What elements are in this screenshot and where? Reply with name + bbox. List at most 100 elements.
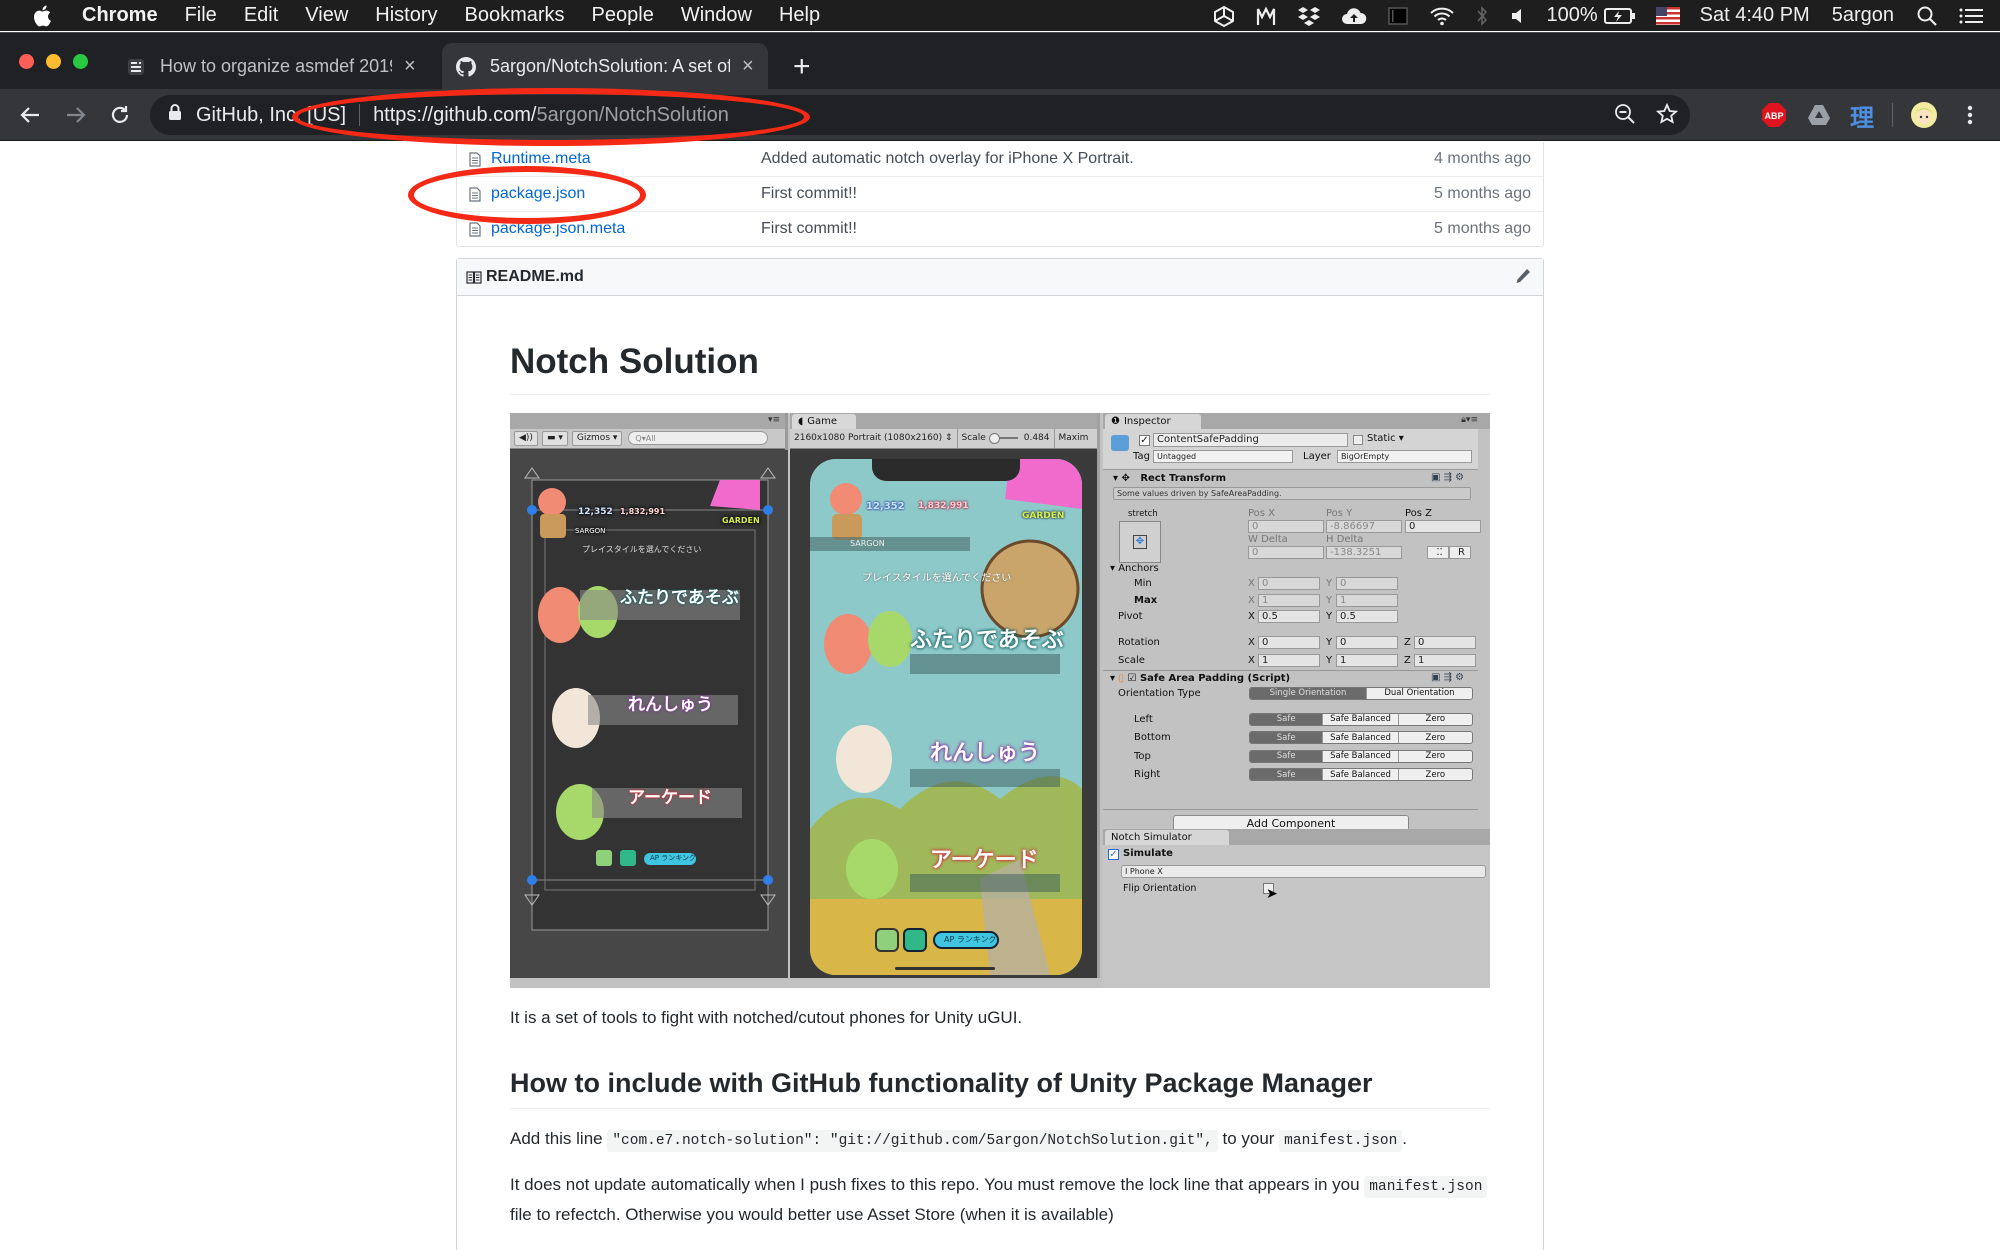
axis-x-label: X xyxy=(1248,654,1255,666)
zoom-icon[interactable] xyxy=(1614,103,1636,131)
adblock-plus-icon[interactable]: ABP xyxy=(1760,101,1788,129)
anchor-preset-move-icon: ✥ xyxy=(1133,534,1147,549)
battery-charging-icon[interactable] xyxy=(1603,6,1636,26)
scene-ranking-button: AP ランキング xyxy=(650,853,697,862)
file-link[interactable]: package.json xyxy=(491,185,761,203)
unity-editor-screenshot: ▾≡ ◀)) ▬ ▾ Gizmos ▾ Q▾ All 12,352 1,832,… xyxy=(510,412,1490,988)
readme-content: Notch Solution ▾≡ ◀)) ▬ ▾ Gizmos ▾ Q▾ All xyxy=(457,340,1543,1228)
menu-bookmarks[interactable]: Bookmarks xyxy=(465,4,565,27)
tab-close-icon[interactable]: × xyxy=(404,55,416,78)
padding-mode-toggle: Safe Safe Balanced Zero xyxy=(1249,749,1473,763)
manifest-filename-code: manifest.json xyxy=(1364,1175,1488,1198)
axis-x-label: X xyxy=(1248,594,1255,606)
bookmark-star-icon[interactable] xyxy=(1655,102,1679,131)
menu-file[interactable]: File xyxy=(185,4,217,27)
dropbox-icon[interactable] xyxy=(1297,5,1321,27)
menu-window[interactable]: Window xyxy=(681,4,752,27)
game-mode-3: アーケード xyxy=(930,847,1039,873)
menu-view[interactable]: View xyxy=(305,4,348,27)
anchor-min-x-field: 0 xyxy=(1258,576,1320,590)
commit-message-link[interactable]: Added automatic notch overlay for iPhone… xyxy=(761,150,1434,168)
back-button[interactable] xyxy=(16,101,44,129)
bluetooth-icon[interactable] xyxy=(1475,5,1489,27)
edit-pencil-icon[interactable] xyxy=(1515,268,1531,289)
kanji-ri-icon[interactable]: 理 xyxy=(1848,101,1876,132)
screen-icon[interactable] xyxy=(1387,5,1409,27)
volume-icon[interactable] xyxy=(1509,5,1527,27)
anchor-max-x-field: 1 xyxy=(1258,593,1320,607)
component-tools-icons: ▣ ⇶ ⚙ xyxy=(1431,671,1465,683)
simulate-label: Simulate xyxy=(1123,847,1173,859)
document-icon xyxy=(126,57,146,77)
notification-center-icon[interactable] xyxy=(1958,6,1984,26)
game-ranking-button: AP ランキング xyxy=(944,934,997,944)
apple-menu-icon[interactable] xyxy=(28,4,58,28)
orientation-type-label: Orientation Type xyxy=(1118,687,1201,699)
window-close-button[interactable] xyxy=(19,54,34,69)
url-path: 5argon/NotchSolution xyxy=(536,103,729,126)
game-garden-label: GARDEN xyxy=(1022,510,1065,521)
padding-mode-option: Safe Balanced xyxy=(1323,750,1399,762)
toolbar-divider xyxy=(1892,103,1893,127)
marvel-icon[interactable] xyxy=(1255,5,1277,27)
menu-edit[interactable]: Edit xyxy=(244,4,278,27)
address-bar[interactable]: GitHub, Inc. [US] https://github.com/5ar… xyxy=(150,95,1690,135)
cloud-upload-icon[interactable] xyxy=(1341,5,1367,27)
orientation-option-dual: Dual Orientation xyxy=(1366,687,1472,699)
separator xyxy=(1103,669,1478,671)
menu-people[interactable]: People xyxy=(592,4,654,27)
svg-text:ABP: ABP xyxy=(1764,111,1783,121)
menu-kebab-icon[interactable] xyxy=(1956,101,1984,129)
rotation-label: Rotation xyxy=(1118,636,1160,648)
rotation-z-field: 0 xyxy=(1414,635,1476,649)
driven-values-note: Some values driven by SafeAreaPadding. xyxy=(1113,486,1471,500)
safe-area-padding-title: ▾ ▯ ☑ Safe Area Padding (Script) xyxy=(1110,672,1291,684)
google-drive-icon[interactable] xyxy=(1805,101,1833,129)
game-tab: ◖ Game xyxy=(792,413,856,429)
browser-tab-active[interactable]: 5argon/NotchSolution: A set of tools × xyxy=(442,43,768,90)
tab-close-icon[interactable]: × xyxy=(742,55,754,78)
forward-button[interactable] xyxy=(62,101,90,129)
unity-scene-panel: ▾≡ ◀)) ▬ ▾ Gizmos ▾ Q▾ All 12,352 1,832,… xyxy=(510,412,788,978)
scene-search-field: Q▾ All xyxy=(628,431,769,446)
readme-title: Notch Solution xyxy=(510,340,1490,395)
wifi-icon[interactable] xyxy=(1429,5,1455,27)
menu-app-chrome[interactable]: Chrome xyxy=(82,4,158,27)
readme-header: README.md xyxy=(457,259,1543,296)
menu-help[interactable]: Help xyxy=(779,4,820,27)
commit-message-link[interactable]: First commit!! xyxy=(761,185,1434,203)
axis-y-label: Y xyxy=(1326,654,1333,666)
site-identity[interactable]: GitHub, Inc. [US] xyxy=(196,104,346,127)
scene-coin-counter: 1,832,991 xyxy=(620,506,666,516)
lock-icon[interactable] xyxy=(168,103,182,127)
menubar-user[interactable]: 5argon xyxy=(1832,4,1894,27)
tab-title: How to organize asmdef 2019 - 5argon xyxy=(160,56,392,76)
info-icon: ❶ xyxy=(1111,415,1120,427)
panel-menu-icon: ▾≡ xyxy=(768,414,781,425)
game-tab-bar: ◖ Game xyxy=(790,412,1097,429)
window-minimize-button[interactable] xyxy=(46,54,61,69)
rotation-y-field: 0 xyxy=(1336,635,1398,649)
anchor-min-y-field: 0 xyxy=(1336,576,1398,590)
inspector-tab-bar: ❶ Inspector 🔒︎▾≡ xyxy=(1103,412,1490,429)
profile-avatar-icon[interactable] xyxy=(1910,101,1938,129)
game-art xyxy=(810,458,1082,975)
axis-x-label: X xyxy=(1248,636,1255,648)
padding-mode-option: Safe xyxy=(1250,750,1324,762)
commit-message-link[interactable]: First commit!! xyxy=(761,220,1434,238)
unity-icon[interactable] xyxy=(1213,5,1235,27)
w-delta-field: 0 xyxy=(1248,545,1324,559)
unity-inspector-panel: ❶ Inspector 🔒︎▾≡ ✓ ContentSafePadding Sta… xyxy=(1103,412,1490,988)
file-link[interactable]: package.json.meta xyxy=(491,220,761,238)
audio-toggle-icon: ◀)) xyxy=(514,430,538,446)
menu-history[interactable]: History xyxy=(375,4,437,27)
new-tab-button[interactable]: + xyxy=(793,52,811,82)
window-zoom-button[interactable] xyxy=(73,54,88,69)
reload-button[interactable] xyxy=(106,101,134,129)
spotlight-search-icon[interactable] xyxy=(1916,5,1938,27)
object-header: ✓ ContentSafePadding Static ▾ Tag Untagg… xyxy=(1103,428,1478,469)
menubar-clock[interactable]: Sat 4:40 PM xyxy=(1700,4,1810,27)
us-flag-icon[interactable] xyxy=(1655,6,1680,25)
browser-tab[interactable]: How to organize asmdef 2019 - 5argon × xyxy=(112,43,440,90)
file-link[interactable]: Runtime.meta xyxy=(491,150,761,168)
